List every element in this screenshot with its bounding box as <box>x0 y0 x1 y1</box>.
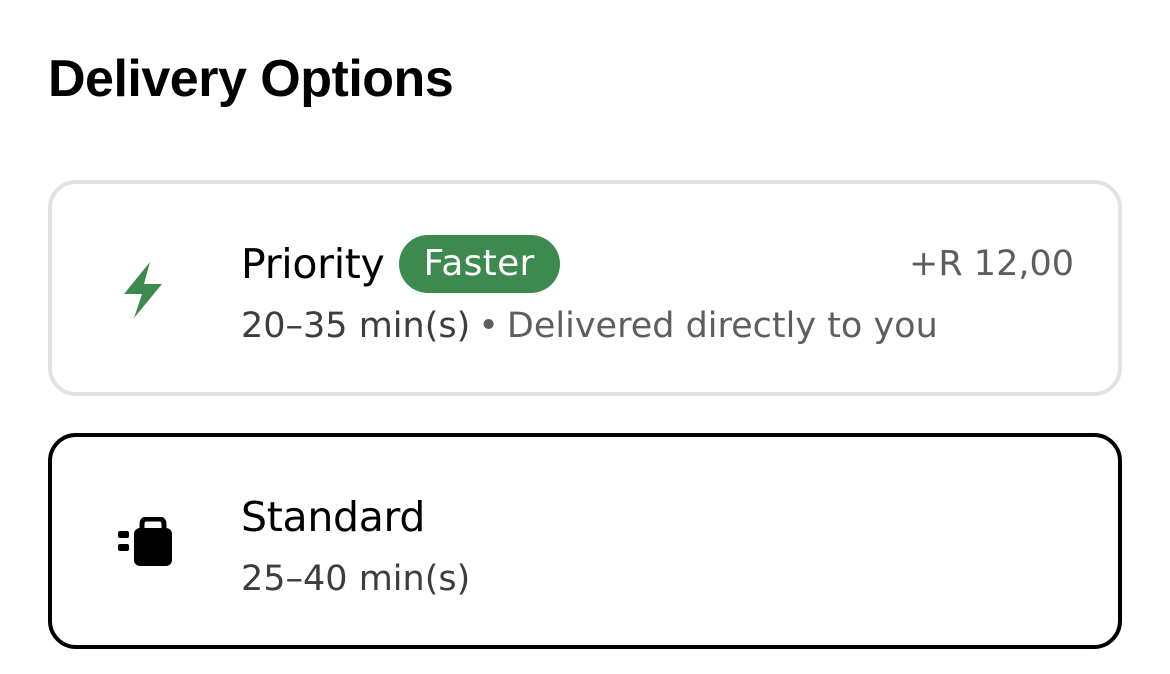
lightning-bolt-icon <box>114 260 174 320</box>
page-title: Delivery Options <box>48 50 454 108</box>
option-name: Priority <box>241 240 385 288</box>
option-description: Delivered directly to you <box>506 306 938 346</box>
option-time: 25–40 min(s) <box>241 559 471 599</box>
option-subtitle: 25–40 min(s) <box>241 555 1074 603</box>
option-time: 20–35 min(s) <box>241 306 471 346</box>
option-subtitle: 20–35 min(s) • Delivered directly to you <box>241 302 1074 350</box>
delivery-option-standard[interactable]: Standard 25–40 min(s) <box>48 433 1122 649</box>
option-title-row: Standard <box>241 485 1074 549</box>
separator-dot: • <box>478 306 499 346</box>
delivery-bag-icon <box>114 513 174 573</box>
option-details: Standard 25–40 min(s) <box>241 485 1074 603</box>
option-details: Priority Faster +R 12,00 20–35 min(s) • De… <box>241 232 1074 350</box>
option-title-row: Priority Faster +R 12,00 <box>241 232 1074 296</box>
delivery-option-priority[interactable]: Priority Faster +R 12,00 20–35 min(s) • De… <box>48 180 1122 396</box>
option-name: Standard <box>241 493 426 541</box>
faster-badge: Faster <box>398 235 560 293</box>
option-price: +R 12,00 <box>909 244 1074 284</box>
